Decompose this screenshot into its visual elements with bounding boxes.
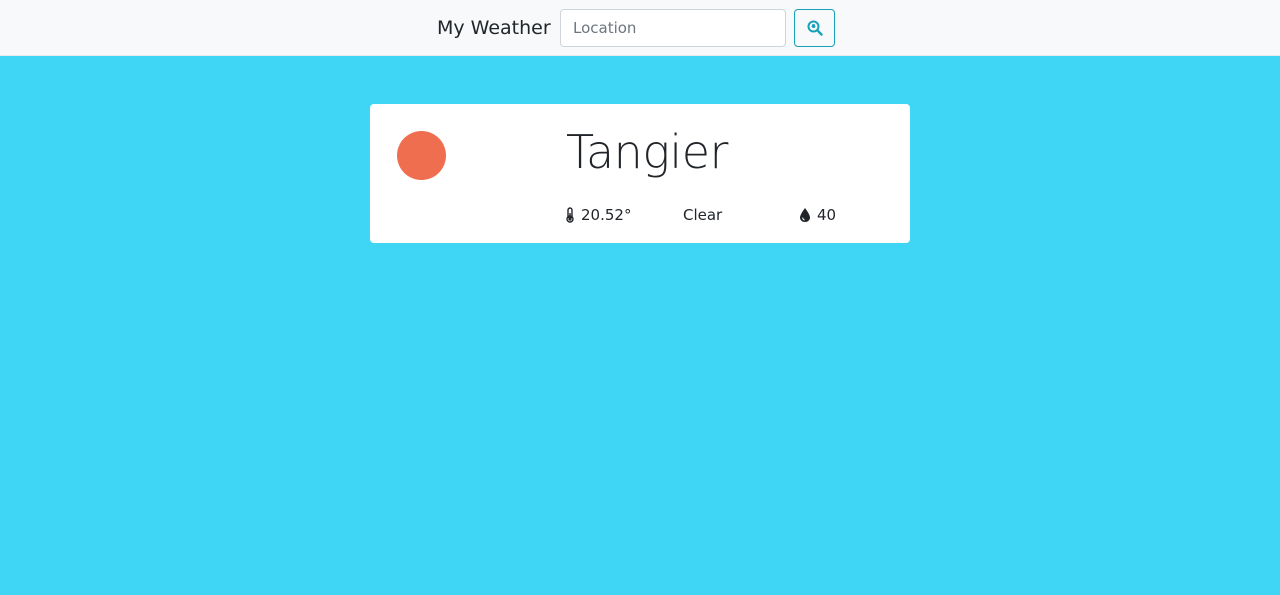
thermometer-icon: [565, 207, 575, 223]
search-button[interactable]: [794, 9, 835, 47]
weather-card: Tangier 20.52° Clear 40: [370, 104, 910, 243]
humidity-value: 40: [817, 206, 837, 224]
app-brand[interactable]: My Weather: [437, 16, 551, 40]
city-name: Tangier: [566, 125, 728, 179]
temperature-stat: 20.52°: [565, 204, 631, 226]
temperature-value: 20.52°: [581, 206, 632, 224]
humidity-stat: 40: [799, 204, 836, 226]
droplet-icon: [799, 207, 811, 223]
search-location-icon: [807, 20, 823, 36]
condition-stat: Clear: [683, 204, 722, 226]
location-search-input[interactable]: [560, 9, 786, 47]
clear-sun-icon: [397, 131, 446, 180]
condition-value: Clear: [683, 206, 723, 224]
top-navbar: My Weather: [0, 0, 1280, 56]
